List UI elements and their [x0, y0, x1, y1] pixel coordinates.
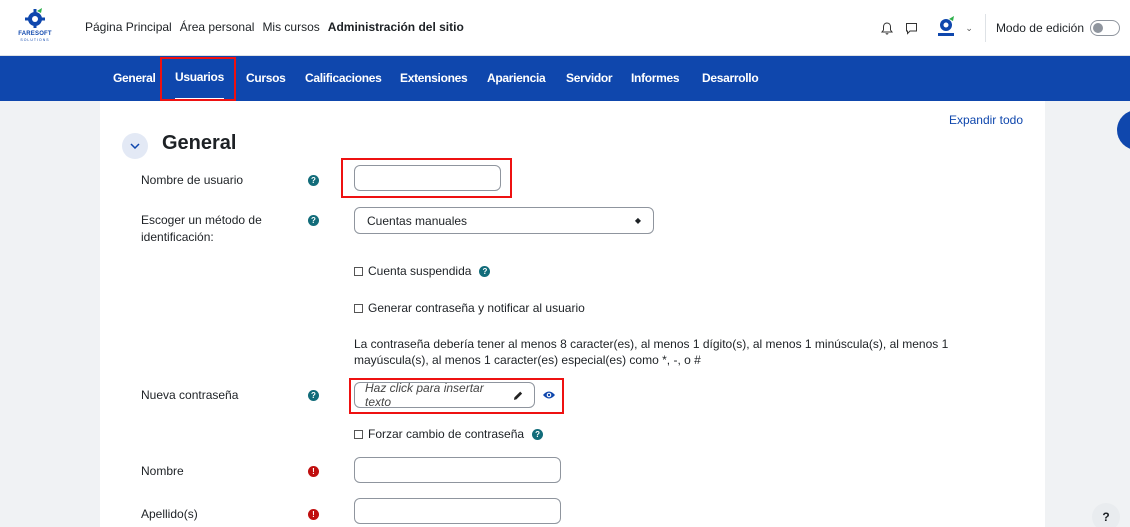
- avatar: [938, 16, 955, 36]
- tab-servidor[interactable]: Servidor: [566, 56, 613, 101]
- lastname-input[interactable]: [354, 498, 561, 524]
- help-icon[interactable]: ?: [479, 265, 491, 277]
- logo-tagline: SOLUTIONS: [20, 38, 50, 42]
- auth-method-select[interactable]: Cuentas manuales ◆: [354, 207, 654, 234]
- help-icon[interactable]: ?: [308, 175, 319, 186]
- generate-password-label: Generar contraseña y notificar al usuari…: [368, 301, 585, 315]
- force-change-label: Forzar cambio de contraseña: [368, 427, 525, 441]
- suspended-label: Cuenta suspendida: [368, 264, 472, 278]
- user-menu-area: ⌄ Modo de edición: [873, 14, 1120, 42]
- primary-nav: Página Principal Área personal Mis curso…: [85, 20, 472, 34]
- tab-extensiones[interactable]: Extensiones: [400, 56, 468, 101]
- force-change-checkbox[interactable]: [354, 429, 363, 439]
- chevron-down-icon: [130, 143, 140, 149]
- tab-informes[interactable]: Informes: [631, 56, 680, 101]
- nav-my-courses[interactable]: Mis cursos: [262, 20, 319, 34]
- nav-dashboard[interactable]: Área personal: [180, 20, 255, 34]
- required-icon: !: [308, 509, 319, 520]
- auth-method-value: Cuentas manuales: [367, 213, 468, 228]
- new-password-field[interactable]: Haz click para insertar texto: [354, 381, 535, 409]
- top-navbar: FARESOFT SOLUTIONS Página Principal Área…: [0, 0, 1130, 56]
- section-collapse-toggle[interactable]: [122, 133, 148, 159]
- nav-site-admin[interactable]: Administración del sitio: [328, 20, 464, 34]
- help-icon[interactable]: ?: [532, 428, 544, 440]
- edit-mode-toggle[interactable]: [1090, 20, 1120, 36]
- chevron-down-icon: ⌄: [965, 22, 973, 33]
- suspended-row: Cuenta suspendida ?: [354, 264, 491, 278]
- nav-home[interactable]: Página Principal: [85, 20, 172, 34]
- section-title: General: [162, 132, 237, 154]
- help-button[interactable]: ?: [1092, 503, 1120, 527]
- select-arrows-icon: ◆: [634, 216, 641, 225]
- username-input[interactable]: [354, 165, 501, 191]
- new-password-placeholder: Haz click para insertar texto: [365, 381, 484, 409]
- tab-general[interactable]: General: [113, 56, 156, 101]
- site-logo[interactable]: FARESOFT SOLUTIONS: [14, 8, 56, 48]
- force-change-row: Forzar cambio de contraseña ?: [354, 427, 544, 441]
- generate-password-checkbox[interactable]: [354, 303, 363, 313]
- toggle-knob: [1093, 23, 1103, 33]
- tab-cursos[interactable]: Cursos: [246, 56, 286, 101]
- new-password-label: Nueva contraseña: [141, 388, 239, 402]
- password-policy-text: La contraseña debería tener al menos 8 c…: [354, 337, 949, 367]
- divider: [984, 14, 986, 42]
- firstname-input[interactable]: [354, 457, 561, 483]
- suspended-checkbox[interactable]: [354, 266, 363, 276]
- required-icon: !: [308, 466, 319, 477]
- form-card: Expandir todo General Nombre de usuario …: [100, 101, 1045, 527]
- pencil-icon: [514, 391, 523, 400]
- firstname-label: Nombre: [141, 464, 184, 478]
- expand-all-link[interactable]: Expandir todo: [949, 113, 1023, 127]
- user-avatar-menu[interactable]: ⌄: [933, 15, 973, 41]
- drawer-toggle-button[interactable]: [1117, 110, 1130, 150]
- edit-mode-label: Modo de edición: [995, 21, 1084, 35]
- username-label: Nombre de usuario: [141, 173, 244, 187]
- bell-icon[interactable]: [877, 18, 897, 38]
- logo-wordmark: FARESOFT: [18, 31, 52, 37]
- lastname-label: Apellido(s): [141, 507, 198, 521]
- auth-method-label: Escoger un método de identificación:: [141, 213, 262, 244]
- generate-password-row: Generar contraseña y notificar al usuari…: [354, 301, 585, 315]
- help-icon[interactable]: ?: [308, 390, 319, 401]
- tab-desarrollo[interactable]: Desarrollo: [702, 56, 759, 101]
- eye-icon[interactable]: [542, 388, 556, 402]
- logo-gear-icon: [25, 8, 45, 28]
- chat-icon[interactable]: [901, 18, 921, 38]
- help-icon[interactable]: ?: [308, 215, 319, 226]
- tab-apariencia[interactable]: Apariencia: [487, 56, 546, 101]
- tab-usuarios[interactable]: Usuarios: [175, 56, 224, 101]
- secondary-nav: General Usuarios Cursos Calificaciones E…: [0, 56, 1130, 101]
- tab-calificaciones[interactable]: Calificaciones: [305, 56, 382, 101]
